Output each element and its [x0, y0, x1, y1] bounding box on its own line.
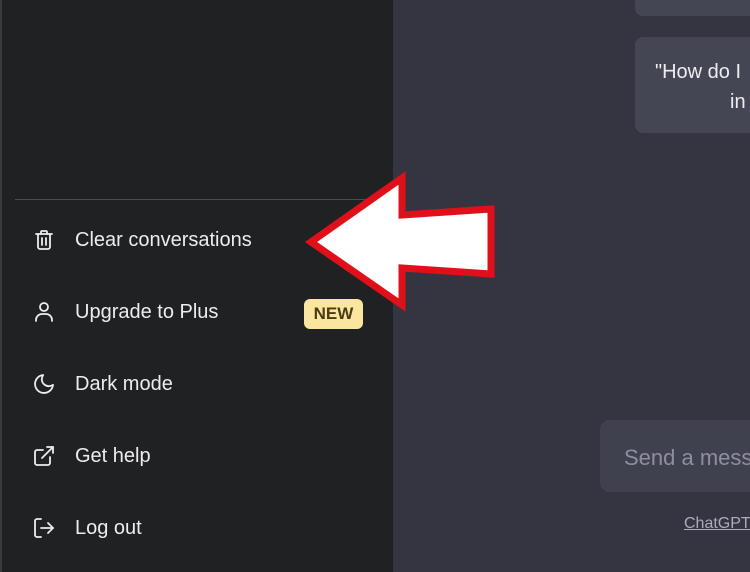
- sidebar-edge: [0, 0, 2, 572]
- clear-conversations-button[interactable]: Clear conversations: [15, 212, 393, 268]
- clear-conversations-label: Clear conversations: [75, 229, 252, 251]
- sidebar: Clear conversations Upgrade to Plus NEW …: [0, 0, 393, 572]
- get-help-label: Get help: [75, 445, 151, 467]
- previous-message-bubble: [635, 0, 750, 16]
- log-out-label: Log out: [75, 517, 142, 539]
- dark-mode-button[interactable]: Dark mode: [15, 356, 393, 412]
- footer-chatgpt-link[interactable]: ChatGPT: [684, 514, 750, 534]
- new-badge: NEW: [304, 299, 363, 329]
- user-icon: [32, 300, 56, 324]
- message-input-placeholder: Send a mess: [624, 445, 750, 470]
- logout-icon: [32, 516, 56, 540]
- sidebar-divider: [15, 199, 393, 200]
- external-link-icon: [32, 444, 56, 468]
- example-prompt-line1: "How do I: [655, 61, 742, 83]
- get-help-button[interactable]: Get help: [15, 428, 393, 484]
- moon-icon: [32, 372, 56, 396]
- log-out-button[interactable]: Log out: [15, 500, 393, 556]
- upgrade-to-plus-button[interactable]: Upgrade to Plus NEW: [15, 284, 393, 340]
- upgrade-to-plus-label: Upgrade to Plus: [75, 301, 219, 323]
- example-prompt-line2: in: [730, 91, 746, 113]
- trash-icon: [32, 228, 56, 252]
- dark-mode-label: Dark mode: [75, 373, 173, 395]
